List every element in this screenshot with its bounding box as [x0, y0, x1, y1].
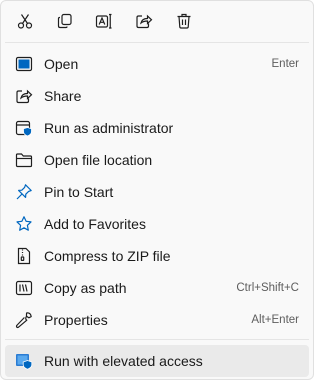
menu-item-label: Properties: [44, 312, 108, 328]
menu-item-share[interactable]: Share: [5, 80, 309, 112]
menu-item-label: Open: [44, 56, 79, 72]
menu-item-label: Run as administrator: [44, 120, 174, 136]
menu-item-run-as-administrator[interactable]: Run as administrator: [5, 112, 309, 144]
menu-item-label: Run with elevated access: [44, 353, 203, 369]
menu-item-label: Pin to Start: [44, 184, 114, 200]
menu-item-run-with-elevated-access[interactable]: Run with elevated access: [5, 345, 309, 377]
menu-item-label: Copy as path: [44, 280, 127, 296]
menu-item-label: Share: [44, 88, 82, 104]
delete-button[interactable]: [170, 7, 198, 35]
star-icon: [15, 215, 33, 233]
rename-icon: [95, 13, 112, 29]
menu-item-open[interactable]: Open Enter: [5, 48, 309, 80]
menu-item-shortcut: Ctrl+Shift+C: [236, 282, 299, 294]
context-menu-toolbar: [1, 1, 313, 41]
rename-button[interactable]: [90, 7, 118, 35]
share-icon: [15, 87, 33, 105]
menu-item-pin-to-start[interactable]: Pin to Start: [5, 176, 309, 208]
context-menu: Open Enter Share Run as administrator Op…: [0, 0, 314, 380]
wrench-icon: [15, 311, 33, 329]
menu-item-label: Add to Favorites: [44, 216, 146, 232]
share-button[interactable]: [130, 7, 158, 35]
menu-separator: [5, 339, 309, 340]
menu-item-open-file-location[interactable]: Open file location: [5, 144, 309, 176]
menu-item-label: Open file location: [44, 152, 153, 168]
menu-item-add-to-favorites[interactable]: Add to Favorites: [5, 208, 309, 240]
menu-item-properties[interactable]: Properties Alt+Enter: [5, 304, 309, 336]
toolbar-separator: [5, 42, 309, 43]
copy-button[interactable]: [51, 7, 79, 35]
share-icon: [136, 14, 153, 29]
elevated-access-icon: [15, 352, 33, 370]
open-app-icon: [15, 55, 33, 73]
menu-item-shortcut: Enter: [271, 58, 300, 70]
menu-item-copy-as-path[interactable]: Copy as path Ctrl+Shift+C: [5, 272, 309, 304]
pin-icon: [15, 183, 33, 201]
menu-item-compress-to-zip[interactable]: Compress to ZIP file: [5, 240, 309, 272]
menu-item-label: Compress to ZIP file: [44, 248, 171, 264]
zip-icon: [15, 247, 33, 265]
delete-icon: [177, 13, 191, 29]
menu-item-shortcut: Alt+Enter: [251, 314, 299, 326]
cut-icon: [17, 14, 33, 29]
cut-button[interactable]: [11, 7, 39, 35]
folder-icon: [15, 151, 33, 169]
copy-icon: [57, 13, 72, 29]
copy-path-icon: [15, 279, 33, 297]
admin-shield-icon: [15, 119, 33, 137]
